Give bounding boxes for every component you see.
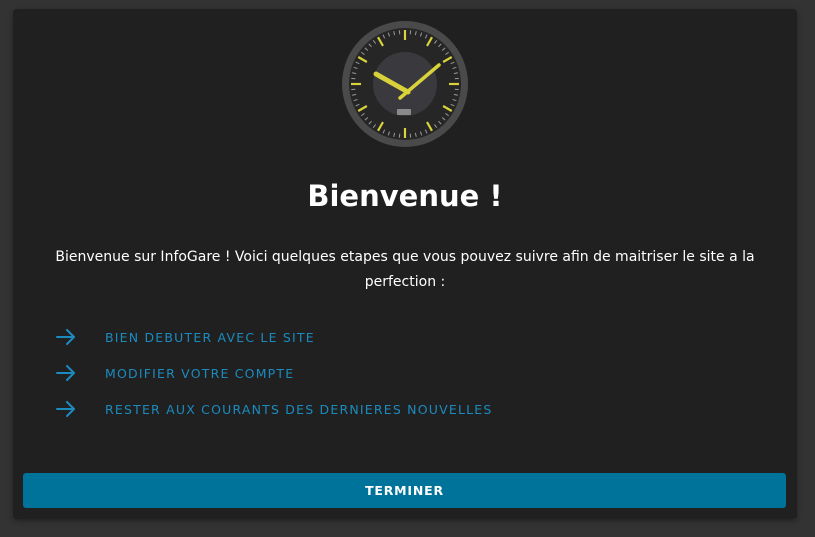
page-title: Bienvenue ! [307, 179, 503, 213]
welcome-dialog: Bienvenue ! Bienvenue sur InfoGare ! Voi… [13, 9, 797, 519]
step-stay-updated[interactable]: RESTER AUX COURANTS DES DERNIERES NOUVEL… [56, 391, 756, 427]
intro-text: Bienvenue sur InfoGare ! Voici quelques … [55, 249, 755, 290]
step-label: MODIFIER VOTRE COMPTE [105, 365, 295, 381]
arrow-right-icon [56, 365, 75, 381]
arrow-right-icon [56, 329, 75, 345]
wall-clock-icon [342, 21, 468, 147]
finish-button[interactable]: TERMINER [23, 473, 786, 508]
step-label: RESTER AUX COURANTS DES DERNIERES NOUVEL… [105, 401, 493, 417]
steps-list: BIEN DEBUTER AVEC LE SITE MODIFIER VOTRE… [56, 319, 756, 427]
step-edit-account[interactable]: MODIFIER VOTRE COMPTE [56, 355, 756, 391]
step-get-started[interactable]: BIEN DEBUTER AVEC LE SITE [56, 319, 756, 355]
arrow-right-icon [56, 401, 75, 417]
step-label: BIEN DEBUTER AVEC LE SITE [105, 329, 315, 345]
